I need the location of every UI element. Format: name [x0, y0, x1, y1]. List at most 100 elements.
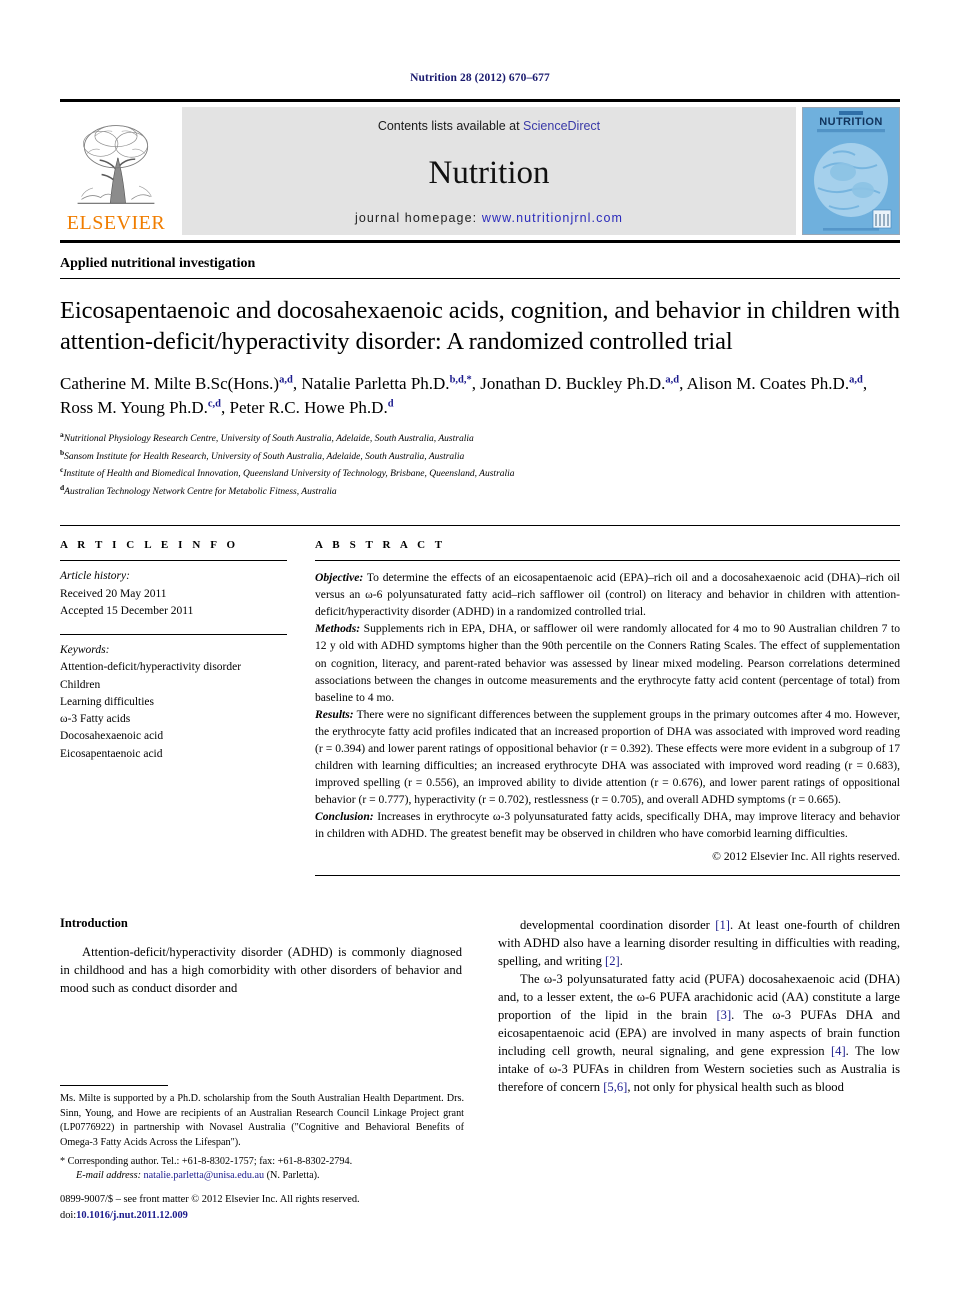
- funding-footnote: Ms. Milte is supported by a Ph.D. schola…: [60, 1093, 464, 1149]
- journal-cover-art: NUTRITION: [803, 108, 899, 234]
- keywords-label: Keywords:: [60, 644, 110, 657]
- svg-text:NUTRITION: NUTRITION: [819, 116, 882, 128]
- abstract-copyright: © 2012 Elsevier Inc. All rights reserved…: [712, 849, 900, 863]
- email-suffix: (N. Parletta).: [264, 1170, 320, 1182]
- text-run: .: [619, 953, 623, 968]
- affiliation-item: aNutritional Physiology Research Centre,…: [60, 429, 900, 447]
- elsevier-logo: ELSEVIER: [60, 107, 172, 235]
- abstract-objective: Objective: To determine the effects of a…: [315, 569, 900, 620]
- keyword-item: Docosahexaenoic acid: [60, 730, 164, 743]
- contents-available-line: Contents lists available at ScienceDirec…: [378, 119, 600, 133]
- affiliation-item: bSansom Institute for Health Research, U…: [60, 447, 900, 465]
- journal-homepage-line: journal homepage: www.nutritionjrnl.com: [355, 211, 623, 225]
- affiliation-item: dAustralian Technology Network Centre fo…: [60, 482, 900, 500]
- abstract-column: A B S T R A C T Objective: To determine …: [315, 526, 900, 876]
- abstract-conclusion: Conclusion: Increases in erythrocyte ω-3…: [315, 808, 900, 842]
- keywords-block: Keywords: Attention-deficit/hyperactivit…: [60, 635, 287, 763]
- received-date: Received 20 May 2011: [60, 587, 167, 600]
- abstract-objective-text: To determine the effects of an eicosapen…: [315, 571, 900, 619]
- affiliation-text: Nutritional Physiology Research Centre, …: [63, 434, 474, 445]
- author-separator: ,: [221, 397, 230, 417]
- footnote-area: Ms. Milte is supported by a Ph.D. schola…: [60, 1085, 464, 1184]
- accepted-date: Accepted 15 December 2011: [60, 604, 194, 617]
- abstract-results-text: There were no significant differences be…: [315, 707, 900, 806]
- author-affiliation-mark: d: [387, 398, 394, 410]
- body-column-left: Introduction Attention-deficit/hyperacti…: [60, 916, 462, 1096]
- author-name: Natalie Parletta Ph.D.: [301, 373, 450, 393]
- author-affiliation-mark: a,d: [665, 374, 680, 386]
- author-affiliation-mark: b,d,*: [449, 374, 472, 386]
- keyword-item: ω-3 Fatty acids: [60, 713, 131, 726]
- author-separator: ,: [862, 373, 868, 393]
- doi-line: doi:10.1016/j.nut.2011.12.009: [60, 1208, 480, 1224]
- reference-link-2[interactable]: [2]: [605, 954, 620, 968]
- introduction-heading: Introduction: [60, 915, 128, 930]
- keyword-item: Eicosapentaenoic acid: [60, 747, 163, 760]
- author-affiliation-mark: a,d: [849, 374, 863, 386]
- author-name: Peter R.C. Howe Ph.D.: [229, 397, 388, 417]
- intro-paragraph-right-1: developmental coordination disorder [1].…: [498, 916, 900, 970]
- keyword-item: Learning difficulties: [60, 695, 154, 708]
- email-label: E-mail address:: [76, 1170, 141, 1182]
- article-type-kicker: Applied nutritional investigation: [60, 256, 900, 279]
- author-separator: ,: [679, 373, 687, 393]
- doi-link[interactable]: 10.1016/j.nut.2011.12.009: [76, 1210, 188, 1221]
- text-run: , not only for physical health such as b…: [627, 1079, 844, 1094]
- abstract-methods-text: Supplements rich in EPA, DHA, or safflow…: [315, 622, 900, 704]
- corresponding-author-footnote: * Corresponding author. Tel.: +61-8-8302…: [60, 1155, 353, 1167]
- reference-link-5[interactable]: [5,6]: [603, 1080, 627, 1094]
- homepage-prefix: journal homepage:: [354, 211, 482, 225]
- journal-cover-thumbnail: NUTRITION: [802, 107, 900, 235]
- affiliation-item: cInstitute of Health and Biomedical Inno…: [60, 464, 900, 482]
- abstract-results: Results: There were no significant diffe…: [315, 706, 900, 808]
- journal-homepage-link[interactable]: www.nutritionjrnl.com: [482, 211, 623, 225]
- abstract-end-rule: [315, 874, 900, 876]
- abstract-conclusion-text: Increases in erythrocyte ω-3 polyunsatur…: [315, 809, 900, 840]
- body-column-right: developmental coordination disorder [1].…: [498, 916, 900, 1096]
- page-title: Eicosapentaenoic and docosahexaenoic aci…: [60, 297, 900, 356]
- email-link[interactable]: natalie.parletta@unisa.edu.au: [144, 1170, 265, 1181]
- elsevier-wordmark: ELSEVIER: [66, 212, 166, 234]
- affiliation-text: Sansom Institute for Health Research, Un…: [64, 451, 465, 462]
- affiliation-list: aNutritional Physiology Research Centre,…: [60, 429, 900, 499]
- keyword-item: Children: [60, 678, 101, 691]
- reference-link-4[interactable]: [4]: [831, 1044, 846, 1058]
- article-history-label: Article history:: [60, 570, 130, 583]
- abstract-objective-label: Objective:: [315, 571, 364, 585]
- author-name: Alison M. Coates Ph.D.: [686, 373, 850, 393]
- article-info-heading: A R T I C L E I N F O: [60, 539, 239, 552]
- journal-title: Nutrition: [428, 154, 550, 191]
- intro-paragraph-left: Attention-deficit/hyperactivity disorder…: [60, 944, 462, 995]
- sciencedirect-link[interactable]: ScienceDirect: [523, 119, 600, 133]
- author-name: Ross M. Young Ph.D.: [60, 397, 208, 417]
- intro-paragraph-right-2: The ω-3 polyunsaturated fatty acid (PUFA…: [498, 970, 900, 1096]
- author-affiliation-mark: a,d: [279, 374, 293, 386]
- abstract-methods: Methods: Supplements rich in EPA, DHA, o…: [315, 620, 900, 705]
- issn-line: 0899-9007/$ – see front matter © 2012 El…: [60, 1194, 360, 1205]
- text-run: developmental coordination disorder: [520, 917, 716, 932]
- author-affiliation-mark: c,d: [207, 398, 221, 410]
- article-info-column: A R T I C L E I N F O Article history: R…: [60, 526, 315, 876]
- imprint-block: 0899-9007/$ – see front matter © 2012 El…: [60, 1192, 480, 1223]
- author-separator: ,: [471, 373, 481, 393]
- author-list: Catherine M. Milte B.Sc(Hons.)a,d, Natal…: [60, 372, 900, 420]
- email-footnote: E-mail address: natalie.parletta@unisa.e…: [60, 1169, 464, 1184]
- abstract-heading: A B S T R A C T: [315, 539, 446, 552]
- doi-label: doi:: [60, 1209, 77, 1221]
- abstract-body: Objective: To determine the effects of a…: [315, 561, 900, 865]
- footnote-divider: [60, 1085, 168, 1086]
- author-name: Jonathan D. Buckley Ph.D.: [480, 373, 666, 393]
- running-head: Nutrition 28 (2012) 670–677: [410, 72, 550, 84]
- abstract-results-label: Results:: [315, 707, 354, 721]
- article-history-block: Article history: Received 20 May 2011 Ac…: [60, 561, 287, 620]
- contents-prefix: Contents lists available at: [377, 119, 524, 133]
- abstract-methods-label: Methods:: [315, 622, 361, 636]
- abstract-conclusion-label: Conclusion:: [315, 809, 374, 823]
- reference-link-1[interactable]: [1]: [715, 918, 730, 932]
- elsevier-tree-icon: [77, 125, 155, 204]
- body-columns: Introduction Attention-deficit/hyperacti…: [60, 916, 900, 1096]
- keyword-item: Attention-deficit/hyperactivity disorder: [60, 661, 242, 674]
- author-name: Catherine M. Milte B.Sc(Hons.): [60, 373, 280, 393]
- reference-link-3[interactable]: [3]: [716, 1008, 731, 1022]
- article-page: Nutrition 28 (2012) 670–677 ELSEVIER Con…: [0, 0, 960, 1290]
